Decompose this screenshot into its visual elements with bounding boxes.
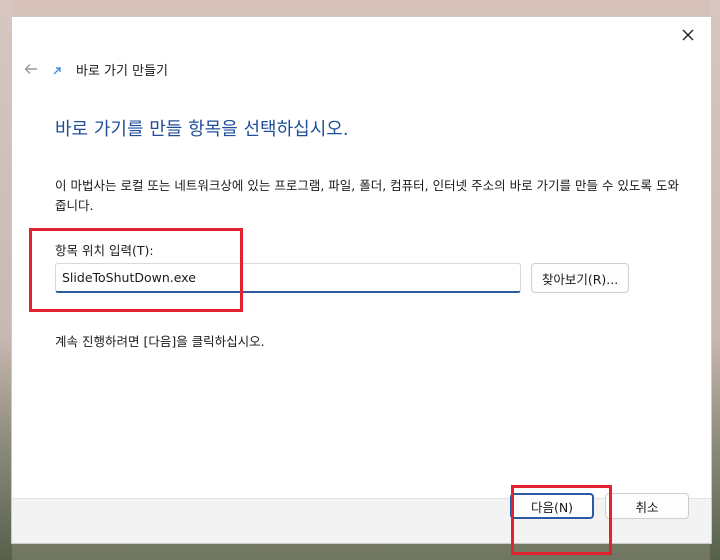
location-field-label: 항목 위치 입력(T): <box>55 243 154 258</box>
cancel-button[interactable]: 취소 <box>605 493 689 519</box>
wizard-description: 이 마법사는 로컬 또는 네트워크상에 있는 프로그램, 파일, 폴더, 컴퓨터… <box>55 178 679 213</box>
shortcut-icon <box>53 67 61 75</box>
back-button[interactable] <box>18 57 44 81</box>
continue-instruction: 계속 진행하려면 [다음]을 클릭하십시오. <box>55 334 265 349</box>
window-title: 바로 가기 만들기 <box>76 64 168 79</box>
back-arrow-icon <box>24 64 37 74</box>
close-icon <box>682 29 694 41</box>
browse-button[interactable]: 찾아보기(R)... <box>531 263 629 293</box>
location-input[interactable] <box>55 263 521 293</box>
close-button[interactable] <box>675 23 701 47</box>
next-button[interactable]: 다음(N) <box>510 493 594 519</box>
create-shortcut-dialog: 바로 가기 만들기 바로 가기를 만들 항목을 선택하십시오. 이 마법사는 로… <box>11 16 712 544</box>
page-heading: 바로 가기를 만들 항목을 선택하십시오. <box>55 119 349 140</box>
